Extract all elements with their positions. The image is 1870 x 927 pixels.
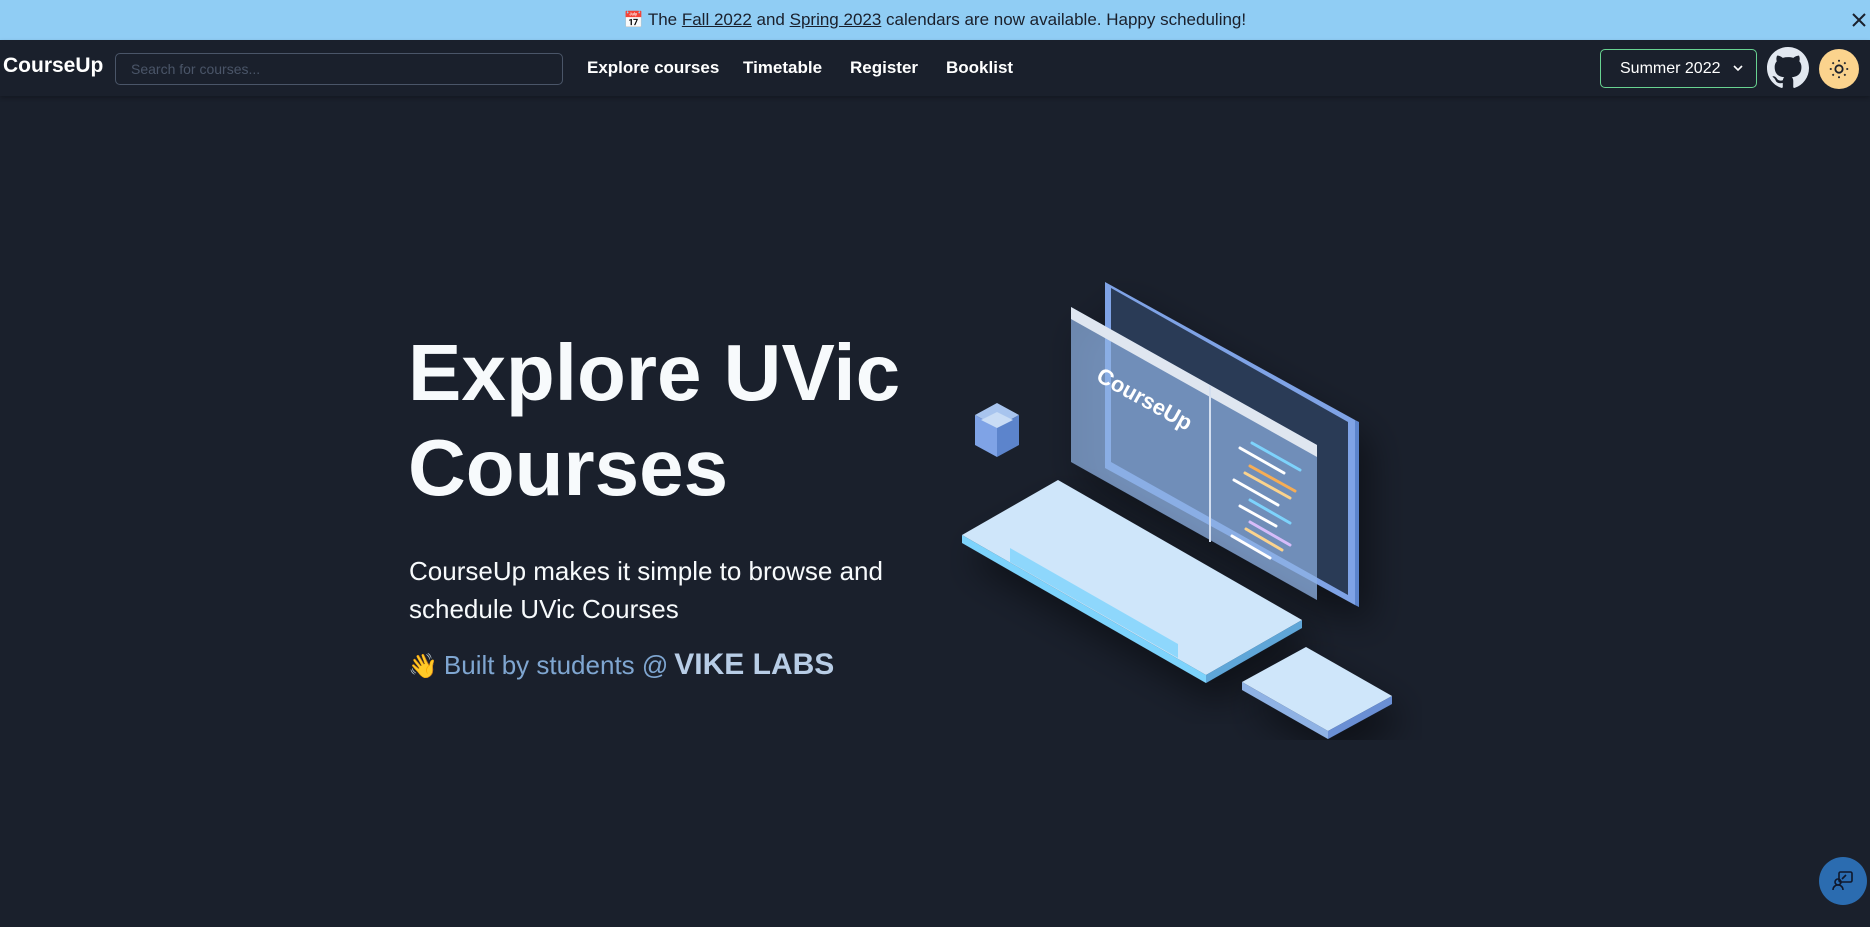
chevron-down-icon (1732, 61, 1744, 79)
banner-suffix: calendars are now available. Happy sched… (886, 10, 1247, 29)
sun-icon[interactable] (1819, 49, 1859, 89)
feedback-icon (1832, 871, 1853, 891)
nav-explore-courses[interactable]: Explore courses (587, 58, 719, 78)
term-select-value: Summer 2022 (1620, 59, 1721, 77)
close-icon[interactable] (1848, 6, 1870, 34)
nav-booklist[interactable]: Booklist (946, 58, 1013, 78)
nav-timetable[interactable]: Timetable (743, 58, 822, 78)
top-navbar: CourseUp Explore courses Timetable Regis… (0, 40, 1870, 96)
feedback-button[interactable] (1819, 857, 1867, 905)
fall-2022-link[interactable]: Fall 2022 (682, 10, 752, 30)
hero-title-line1: Explore UVic (408, 328, 901, 417)
banner-prefix: The (647, 10, 678, 29)
term-select[interactable]: Summer 2022 (1600, 49, 1757, 88)
built-by-line: 👋 Built by students @ VIKE LABS (408, 648, 834, 682)
waving-hand-icon: 👋 (408, 653, 438, 680)
hero-title-line2: Courses (408, 423, 729, 512)
spring-2023-link[interactable]: Spring 2023 (790, 10, 882, 30)
banner-and: and (756, 10, 785, 29)
github-icon[interactable] (1767, 47, 1809, 89)
built-by-prefix: Built by students @ (443, 650, 669, 680)
announcement-banner: 📅 The Fall 2022 and Spring 2023 calendar… (0, 0, 1870, 40)
hero-illustration: CourseUp (962, 282, 1392, 739)
nav-register[interactable]: Register (850, 58, 918, 78)
brand-logo[interactable]: CourseUp (3, 54, 103, 78)
vike-labs-link[interactable]: VIKE LABS (674, 648, 834, 682)
hero-title: Explore UVic Courses (408, 325, 928, 515)
hero-subtitle: CourseUp makes it simple to browse and s… (409, 556, 883, 624)
calendar-icon: 📅 (623, 12, 644, 29)
search-input[interactable] (115, 53, 563, 85)
